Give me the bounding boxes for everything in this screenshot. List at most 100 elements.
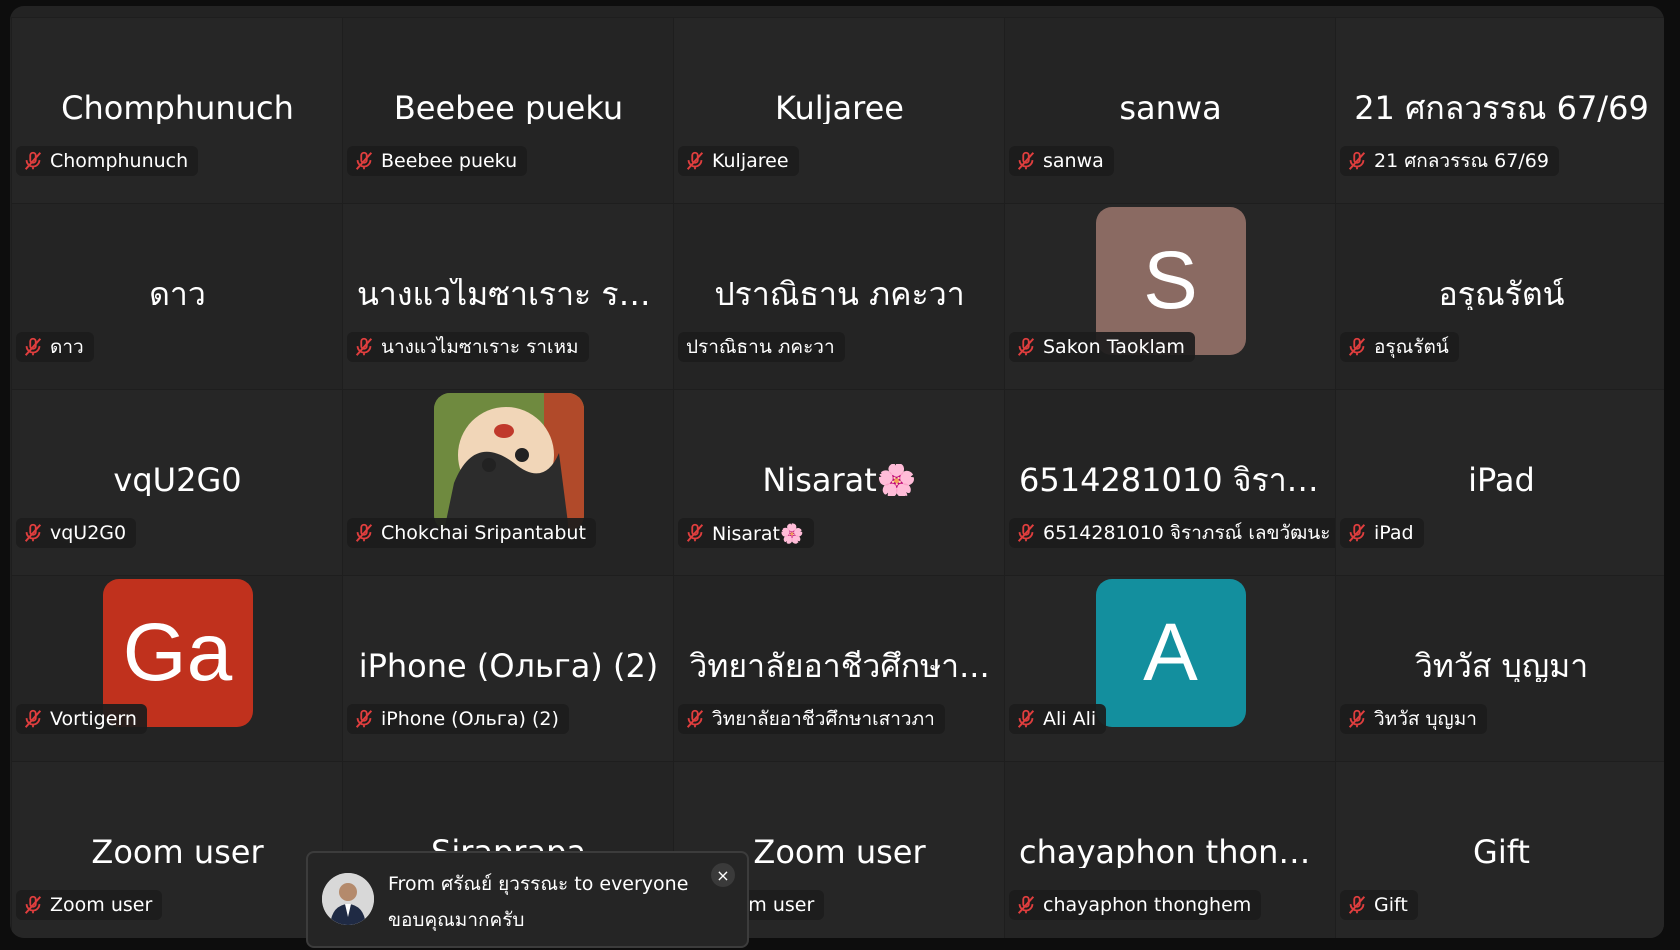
participant-label-text: 6514281010 จิราภรณ์ เลขวัฒนะ <box>1043 522 1331 544</box>
participant-label-text: Kuljaree <box>712 150 789 172</box>
participant-label: Sakon Taoklam <box>1009 332 1195 362</box>
participant-tile[interactable]: iPad iPad <box>1335 389 1664 577</box>
participant-tile[interactable]: นางแวไมซาเราะ รา... นางแวไมซาเราะ ราเหม <box>342 203 675 391</box>
participant-tile[interactable]: Nisarat🌸 Nisarat🌸 <box>673 389 1006 577</box>
participant-label-text: Chomphunuch <box>50 150 189 172</box>
participant-tile[interactable]: Kuljaree Kuljaree <box>673 17 1006 205</box>
participant-label: นางแวไมซาเราะ ราเหม <box>347 332 589 362</box>
meeting-gallery: Chomphunuch Chomphunuch Beebee pueku Bee… <box>10 6 1664 938</box>
participant-display-name: Zoom user <box>91 836 264 868</box>
participant-display-name: Nisarat🌸 <box>762 464 917 496</box>
participant-tile[interactable]: chayaphon thongh... chayaphon thonghem <box>1004 761 1337 938</box>
mic-muted-icon <box>355 523 373 542</box>
mic-muted-icon <box>1017 709 1035 728</box>
participant-tile[interactable]: iPhone (Ольга) (2) iPhone (Ольга) (2) <box>342 575 675 763</box>
participant-display-name: 6514281010 จิราภ... <box>1019 464 1336 496</box>
participant-label: sanwa <box>1009 146 1114 176</box>
participant-tile[interactable]: Zoom user Zoom user <box>11 761 344 938</box>
participant-label-text: iPad <box>1374 522 1414 544</box>
participant-display-name: นางแวไมซาเราะ รา... <box>357 278 668 310</box>
avatar-initials: S <box>1143 235 1198 326</box>
mic-muted-icon <box>1017 523 1035 542</box>
chat-sender-line: From ศรัณย์ ยุวรรณะ to everyone <box>388 873 689 895</box>
participant-tile[interactable]: อรุณรัตน์ อรุณรัตน์ <box>1335 203 1664 391</box>
participant-display-name: vqU2G0 <box>113 464 242 496</box>
participant-tile[interactable]: วิทยาลัยอาชีวศึกษา... วิทยาลัยอาชีวศึกษา… <box>673 575 1006 763</box>
participant-display-name: Beebee pueku <box>393 92 624 124</box>
participant-label: Ali Ali <box>1009 704 1107 734</box>
mic-muted-icon <box>1348 337 1366 356</box>
participant-label-text: วิทยาลัยอาชีวศึกษาเสาวภา <box>712 708 935 730</box>
participant-label-text: vqU2G0 <box>50 522 127 544</box>
profile-photo-illustration <box>433 393 584 531</box>
participant-label-text: Beebee pueku <box>381 150 518 172</box>
participant-label-text: 21 ศกลวรรณ 67/69 <box>1374 150 1549 172</box>
mic-muted-icon <box>24 337 42 356</box>
mic-muted-icon <box>1017 151 1035 170</box>
mic-muted-icon <box>1348 895 1366 914</box>
chat-message-text: ขอบคุณมากครับ <box>388 909 525 931</box>
participant-display-name: อรุณรัตน์ <box>1438 278 1565 310</box>
participant-display-name: sanwa <box>1119 92 1222 124</box>
participant-label-text: iPhone (Ольга) (2) <box>381 708 559 730</box>
participant-tile[interactable]: Chokchai Sripantabut <box>342 389 675 577</box>
participant-label: อรุณรัตน์ <box>1340 332 1459 362</box>
participant-display-name: iPhone (Ольга) (2) <box>358 650 659 682</box>
participant-label-text: Chokchai Sripantabut <box>381 522 586 544</box>
participant-display-name: 21 ศกลวรรณ 67/69 <box>1354 92 1649 124</box>
mic-muted-icon <box>355 337 373 356</box>
participant-display-name: Gift <box>1473 836 1530 868</box>
participant-tile[interactable]: วิทวัส บุญมา วิทวัส บุญมา <box>1335 575 1664 763</box>
participant-label-text: ดาว <box>50 336 84 358</box>
participant-tile[interactable]: A Ali Ali <box>1004 575 1337 763</box>
participant-label: ดาว <box>16 332 94 362</box>
participant-label-text: ปราณิธาน ภคะวา <box>686 336 835 358</box>
participant-label-text: Vortigern <box>50 708 137 730</box>
participant-tile[interactable]: ดาว ดาว <box>11 203 344 391</box>
mic-muted-icon <box>686 709 704 728</box>
sender-photo <box>322 873 374 925</box>
mic-muted-icon <box>24 895 42 914</box>
participant-label-text: Gift <box>1374 894 1408 916</box>
close-icon[interactable]: × <box>711 863 735 887</box>
avatar: A <box>1095 579 1246 727</box>
participant-label-text: Ali Ali <box>1043 708 1097 730</box>
participant-tile[interactable]: S Sakon Taoklam <box>1004 203 1337 391</box>
participant-label: Chokchai Sripantabut <box>347 518 596 548</box>
participant-label: Vortigern <box>16 704 147 734</box>
participant-tile[interactable]: Gift Gift <box>1335 761 1664 938</box>
participant-label-text: Zoom user <box>50 894 153 916</box>
participant-tile[interactable]: Chomphunuch Chomphunuch <box>11 17 344 205</box>
participant-label: vqU2G0 <box>16 518 137 548</box>
participant-grid: Chomphunuch Chomphunuch Beebee pueku Bee… <box>11 17 1664 938</box>
participant-label: chayaphon thonghem <box>1009 890 1262 920</box>
participant-label: Kuljaree <box>678 146 799 176</box>
avatar-initials: A <box>1143 607 1198 698</box>
participant-display-name: chayaphon thongh... <box>1019 836 1336 868</box>
participant-tile[interactable]: Ga Vortigern <box>11 575 344 763</box>
mic-muted-icon <box>1348 523 1366 542</box>
participant-tile[interactable]: 21 ศกลวรรณ 67/69 21 ศกลวรรณ 67/69 <box>1335 17 1664 205</box>
participant-label: Gift <box>1340 890 1418 920</box>
profile-photo <box>433 393 584 531</box>
participant-label: Zoom user <box>16 890 163 920</box>
participant-label: 6514281010 จิราภรณ์ เลขวัฒนะ <box>1009 518 1336 548</box>
participant-display-name: ดาว <box>149 278 206 310</box>
participant-tile[interactable]: vqU2G0 vqU2G0 <box>11 389 344 577</box>
mic-muted-icon <box>355 709 373 728</box>
participant-label: ปราณิธาน ภคะวา <box>678 332 845 362</box>
participant-display-name: วิทวัส บุญมา <box>1414 650 1589 682</box>
participant-tile[interactable]: ปราณิธาน ภคะวา ปราณิธาน ภคะวา <box>673 203 1006 391</box>
participant-display-name: Chomphunuch <box>61 92 294 124</box>
chat-notification[interactable]: From ศรัณย์ ยุวรรณะ to everyone ขอบคุณมา… <box>306 851 749 948</box>
mic-muted-icon <box>24 709 42 728</box>
sender-avatar <box>322 873 374 925</box>
participant-label: วิทยาลัยอาชีวศึกษาเสาวภา <box>678 704 945 734</box>
participant-tile[interactable]: 6514281010 จิราภ... 6514281010 จิราภรณ์ … <box>1004 389 1337 577</box>
participant-label: วิทวัส บุญมา <box>1340 704 1487 734</box>
participant-label-text: นางแวไมซาเราะ ราเหม <box>381 336 579 358</box>
participant-tile[interactable]: sanwa sanwa <box>1004 17 1337 205</box>
participant-tile[interactable]: Beebee pueku Beebee pueku <box>342 17 675 205</box>
mic-muted-icon <box>24 523 42 542</box>
participant-label-text: Sakon Taoklam <box>1043 336 1185 358</box>
